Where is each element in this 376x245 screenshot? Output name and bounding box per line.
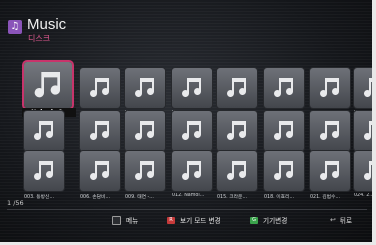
album-tile[interactable] bbox=[217, 68, 257, 108]
page-title: Music bbox=[27, 16, 67, 33]
album-tile[interactable] bbox=[172, 68, 212, 108]
music-screen: ♫ Music 디스크 ~ Nobody.1006. 브라운...007. M.… bbox=[0, 0, 376, 245]
album-tile[interactable] bbox=[125, 68, 165, 108]
back-hint[interactable]: ↩ 뒤로 bbox=[330, 215, 352, 225]
album-tile[interactable] bbox=[172, 111, 212, 151]
album-caption: 009. 태연 -... bbox=[125, 195, 154, 200]
menu-key-icon bbox=[112, 215, 121, 225]
back-hint-label: 뒤로 bbox=[339, 217, 353, 225]
green-key-icon: G bbox=[250, 216, 258, 224]
pagination-divider bbox=[7, 209, 367, 210]
music-note-icon bbox=[227, 121, 246, 141]
back-icon: ↩ bbox=[330, 216, 336, 224]
music-note-icon bbox=[182, 78, 201, 98]
album-tile[interactable] bbox=[80, 111, 120, 151]
album-caption: 006. 손담비... bbox=[80, 195, 111, 200]
music-note-icon bbox=[227, 78, 246, 98]
music-note-icon bbox=[274, 161, 293, 181]
album-tile[interactable] bbox=[264, 68, 304, 108]
music-note-icon bbox=[90, 121, 109, 141]
music-note-icon bbox=[90, 161, 109, 181]
music-note-icon bbox=[227, 161, 246, 181]
album-tile[interactable] bbox=[310, 151, 350, 191]
album-tile[interactable] bbox=[264, 111, 304, 151]
album-caption: 003. 동방신... bbox=[24, 195, 55, 200]
album-tile[interactable] bbox=[217, 151, 257, 191]
album-tile[interactable] bbox=[24, 151, 64, 191]
album-tile[interactable] bbox=[125, 151, 165, 191]
music-note-icon bbox=[182, 121, 201, 141]
album-caption: 015. 크라운... bbox=[217, 195, 248, 200]
music-note-icon bbox=[274, 121, 293, 141]
device-change-label: 기기변경 bbox=[263, 217, 288, 225]
album-tile[interactable] bbox=[217, 111, 257, 151]
page-subtitle: 디스크 bbox=[28, 34, 51, 43]
album-tile[interactable] bbox=[310, 111, 350, 151]
music-note-icon bbox=[320, 161, 339, 181]
music-note-icon bbox=[135, 78, 154, 98]
music-note-icon bbox=[34, 72, 60, 98]
frame-right bbox=[372, 0, 376, 245]
album-tile[interactable] bbox=[172, 151, 212, 191]
red-key-icon: R bbox=[167, 216, 175, 224]
music-note-icon bbox=[34, 161, 53, 181]
menu-hint-label: 메뉴 bbox=[126, 217, 139, 225]
music-note-icon bbox=[135, 121, 154, 141]
album-tile[interactable] bbox=[80, 151, 120, 191]
view-mode-label: 보기 모드 변경 bbox=[180, 217, 221, 225]
page-counter: 1 /56 bbox=[7, 199, 24, 207]
album-tile[interactable] bbox=[310, 68, 350, 108]
album-tile[interactable] bbox=[80, 68, 120, 108]
music-note-icon bbox=[135, 161, 154, 181]
music-app-icon: ♫ bbox=[8, 20, 22, 34]
album-tile[interactable] bbox=[24, 62, 72, 108]
music-note-icon bbox=[320, 78, 339, 98]
album-caption: 021. 김범수... bbox=[310, 195, 341, 200]
view-mode-hint[interactable]: R 보기 모드 변경 bbox=[167, 215, 221, 225]
music-note-icon bbox=[320, 121, 339, 141]
music-note-icon bbox=[34, 121, 53, 141]
album-tile[interactable] bbox=[125, 111, 165, 151]
music-note-icon bbox=[90, 78, 109, 98]
menu-hint[interactable]: 메뉴 bbox=[112, 215, 138, 225]
device-change-hint[interactable]: G 기기변경 bbox=[250, 215, 287, 225]
album-caption: 012. Namol... bbox=[172, 193, 205, 198]
music-note-icon bbox=[274, 78, 293, 98]
album-tile[interactable] bbox=[24, 111, 64, 151]
album-tile[interactable] bbox=[264, 151, 304, 191]
music-note-icon bbox=[182, 161, 201, 181]
album-caption: 018. 이효리... bbox=[264, 195, 295, 200]
